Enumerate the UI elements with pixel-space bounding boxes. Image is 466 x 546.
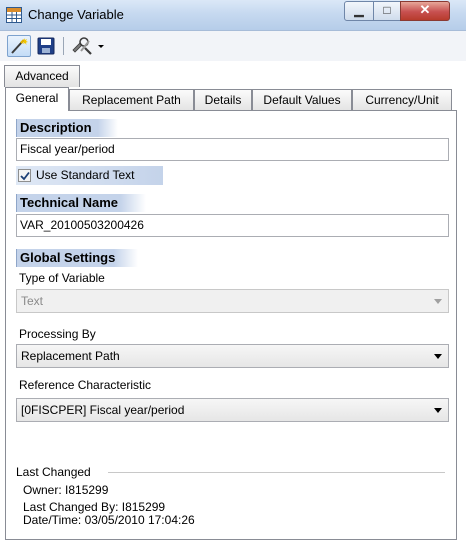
tab-general[interactable]: General — [5, 87, 69, 111]
minimize-icon: ▁ — [354, 3, 364, 17]
maximize-button[interactable]: □ — [373, 1, 401, 21]
processing-by-value: Replacement Path — [21, 349, 120, 363]
maximize-icon: □ — [383, 3, 391, 17]
chevron-down-icon — [434, 299, 442, 304]
window-title: Change Variable — [28, 7, 124, 22]
use-standard-text-row[interactable]: Use Standard Text — [16, 166, 163, 185]
use-standard-text-label: Use Standard Text — [36, 168, 135, 182]
toolbar-separator — [63, 37, 64, 55]
magic-wand-button[interactable] — [7, 35, 31, 57]
reference-characteristic-select[interactable]: [0FISCPER] Fiscal year/period — [16, 398, 449, 422]
tab-default-values[interactable]: Default Values — [252, 89, 352, 111]
title-bar[interactable]: Change Variable ▁ □ ✕ — [0, 0, 466, 31]
type-of-variable-label: Type of Variable — [19, 271, 105, 285]
chevron-down-icon[interactable] — [434, 408, 442, 413]
toolbar — [0, 31, 466, 61]
type-of-variable-select: Text — [16, 289, 449, 313]
tools-dropdown-icon — [72, 37, 104, 55]
change-variable-window: Change Variable ▁ □ ✕ Advanced General R… — [0, 0, 466, 546]
last-changed-by-text: Last Changed By: I815299 — [23, 500, 166, 514]
technical-name-header: Technical Name — [16, 194, 146, 212]
chevron-down-icon[interactable] — [434, 354, 442, 359]
technical-name-field[interactable]: VAR_20100503200426 — [16, 214, 449, 237]
global-settings-header: Global Settings — [16, 249, 138, 267]
tools-dropdown-button[interactable] — [69, 35, 107, 57]
close-button[interactable]: ✕ — [400, 1, 450, 21]
use-standard-text-checkbox[interactable] — [18, 169, 31, 182]
processing-by-select[interactable]: Replacement Path — [16, 344, 449, 368]
app-table-icon — [6, 7, 22, 23]
minimize-button[interactable]: ▁ — [344, 1, 374, 21]
description-field[interactable]: Fiscal year/period — [16, 138, 449, 161]
type-of-variable-value: Text — [21, 294, 44, 308]
datetime-text: Date/Time: 03/05/2010 17:04:26 — [23, 513, 195, 527]
tab-details[interactable]: Details — [194, 89, 252, 111]
description-header: Description — [16, 119, 118, 137]
magic-wand-icon — [11, 38, 28, 54]
tab-replacement-path[interactable]: Replacement Path — [69, 89, 194, 111]
reference-characteristic-label: Reference Characteristic — [19, 378, 152, 392]
tab-currency-unit[interactable]: Currency/Unit — [352, 89, 452, 111]
tab-advanced[interactable]: Advanced — [4, 65, 80, 87]
reference-characteristic-value: [0FISCPER] Fiscal year/period — [21, 403, 185, 417]
processing-by-label: Processing By — [19, 327, 96, 341]
close-icon: ✕ — [419, 2, 431, 17]
save-icon — [37, 37, 55, 55]
last-changed-header: Last Changed — [16, 465, 91, 479]
checkmark-icon — [20, 171, 30, 181]
save-button[interactable] — [35, 35, 57, 57]
owner-text: Owner: I815299 — [23, 483, 109, 497]
last-changed-divider — [108, 472, 445, 473]
